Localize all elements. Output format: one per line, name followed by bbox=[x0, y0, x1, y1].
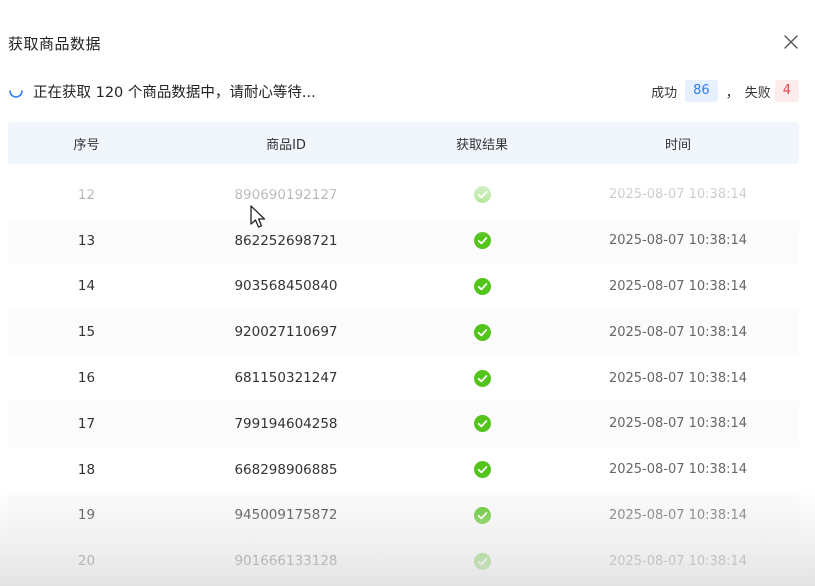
fail-label: 失败 bbox=[744, 85, 771, 101]
column-header-result: 获取结果 bbox=[455, 137, 508, 153]
row-time: 2025-08-07 10:38:14 bbox=[608, 507, 748, 523]
column-header-product-id: 商品ID bbox=[266, 137, 306, 153]
row-index: 12 bbox=[77, 186, 96, 203]
row-time: 2025-08-07 10:38:14 bbox=[608, 553, 748, 569]
column-header-time: 时间 bbox=[664, 137, 691, 153]
row-index: 13 bbox=[77, 232, 96, 249]
table-row[interactable]: 16 681150321247 2025-08-07 10:38:14 bbox=[8, 355, 799, 401]
check-circle-icon bbox=[473, 277, 491, 295]
check-circle-icon bbox=[473, 552, 491, 570]
table-row[interactable]: 19 945009175872 2025-08-07 10:38:14 bbox=[8, 492, 799, 539]
table-body[interactable]: 12 890690192127 2025-08-07 10:38:14 13 86225… bbox=[8, 172, 799, 584]
progress-status: 正在获取 120 个商品数据中，请耐心等待... bbox=[8, 80, 316, 102]
row-time: 2025-08-07 10:38:14 bbox=[608, 233, 748, 249]
row-product-id: 901666133128 bbox=[234, 553, 338, 570]
table-row[interactable]: 17 799194604258 2025-08-07 10:38:14 bbox=[8, 400, 799, 447]
row-product-id: 920027110697 bbox=[234, 324, 338, 341]
row-index: 20 bbox=[77, 553, 96, 570]
progress-text: 正在获取 120 个商品数据中，请耐心等待... bbox=[33, 84, 316, 101]
check-circle-icon bbox=[473, 461, 491, 479]
dialog-title: 获取商品数据 bbox=[8, 35, 102, 53]
check-circle-icon bbox=[473, 186, 491, 204]
table-row[interactable]: 18 668298906885 2025-08-07 10:38:14 bbox=[8, 447, 799, 493]
row-time: 2025-08-07 10:38:14 bbox=[608, 324, 748, 340]
row-index: 16 bbox=[77, 370, 96, 387]
row-result bbox=[407, 447, 557, 493]
table-row[interactable]: 14 903568450840 2025-08-07 10:38:14 bbox=[8, 264, 799, 310]
mouse-pointer-icon bbox=[250, 205, 266, 228]
check-circle-icon bbox=[473, 415, 491, 433]
summary-separator: ， bbox=[725, 85, 739, 101]
row-index: 17 bbox=[77, 415, 96, 432]
check-circle-icon bbox=[473, 369, 491, 387]
table-header: 序号 商品ID 获取结果 时间 bbox=[8, 122, 799, 164]
row-product-id: 668298906885 bbox=[234, 461, 338, 478]
spinner-icon bbox=[9, 90, 23, 98]
row-time: 2025-08-07 10:38:14 bbox=[608, 462, 748, 478]
row-index: 15 bbox=[77, 324, 96, 341]
column-header-index: 序号 bbox=[73, 137, 100, 153]
success-label: 成功 bbox=[651, 85, 678, 101]
row-product-id: 799194604258 bbox=[234, 415, 338, 432]
row-time: 2025-08-07 10:38:14 bbox=[608, 416, 748, 432]
success-count-badge: 86 bbox=[685, 80, 718, 102]
check-circle-icon bbox=[473, 232, 491, 250]
check-circle-icon bbox=[473, 506, 491, 524]
row-time: 2025-08-07 10:38:14 bbox=[608, 278, 748, 294]
table-row[interactable]: 12 890690192127 2025-08-07 10:38:14 bbox=[8, 172, 799, 218]
table-row[interactable]: 13 862252698721 2025-08-07 10:38:14 bbox=[8, 217, 799, 264]
check-circle-icon bbox=[473, 323, 491, 341]
result-summary: 成功 86 ， 失败 4 bbox=[651, 80, 799, 102]
row-product-id: 862252698721 bbox=[234, 232, 338, 249]
row-time: 2025-08-07 10:38:14 bbox=[608, 370, 748, 386]
row-index: 18 bbox=[77, 461, 96, 478]
fetch-product-data-dialog: 获取商品数据 正在获取 120 个商品数据中，请耐心等待... 成功 86 ， … bbox=[0, 0, 815, 586]
row-result bbox=[407, 401, 557, 447]
row-product-id: 681150321247 bbox=[234, 370, 338, 387]
fail-count-badge: 4 bbox=[774, 80, 799, 102]
row-result bbox=[407, 309, 557, 355]
row-product-id: 890690192127 bbox=[234, 186, 338, 203]
table-row[interactable]: 15 920027110697 2025-08-07 10:38:14 bbox=[8, 309, 799, 356]
close-icon[interactable] bbox=[782, 33, 800, 51]
row-product-id: 903568450840 bbox=[234, 278, 338, 295]
row-result bbox=[407, 355, 557, 401]
row-result bbox=[407, 493, 557, 539]
row-result bbox=[407, 264, 557, 310]
table-row[interactable]: 20 901666133128 2025-08-07 10:38:14 bbox=[8, 538, 799, 584]
row-result bbox=[407, 218, 557, 264]
row-time: 2025-08-07 10:38:14 bbox=[608, 187, 748, 203]
row-product-id: 945009175872 bbox=[234, 507, 338, 524]
row-index: 19 bbox=[77, 507, 96, 524]
row-index: 14 bbox=[77, 278, 96, 295]
row-result bbox=[407, 172, 557, 218]
row-result bbox=[407, 538, 557, 584]
